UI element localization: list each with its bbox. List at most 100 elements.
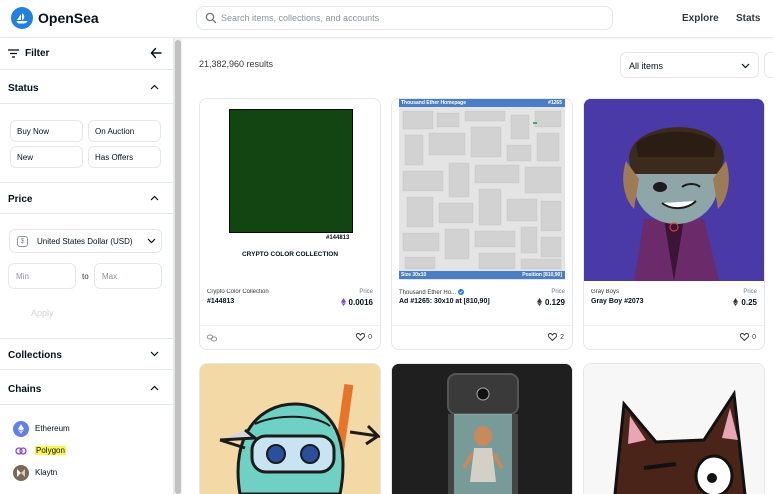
heart-icon [548,333,558,342]
nft-image[interactable]: Thousand Ether Homepage #1265 Size 30x10… [392,99,572,281]
status-on-auction[interactable]: On Auction [88,120,161,142]
chevron-up-icon [150,195,159,201]
price-section-header[interactable]: Price [0,182,174,214]
like-button[interactable]: 0 [740,333,756,342]
opensea-logo-icon[interactable] [11,7,33,29]
status-buy-now[interactable]: Buy Now [10,120,83,142]
nft-card[interactable] [199,363,381,494]
polygon-icon [13,443,29,459]
like-button[interactable]: 0 [356,333,372,342]
pixel-ad-marker [533,122,537,124]
search-input[interactable] [221,10,601,26]
collection-name-text: Thousand Ether Ho... [399,290,457,296]
filter-sidebar: Filter Status Buy Now On Auction New Has… [0,38,174,494]
nft-name[interactable]: Gray Boy #2073 [591,298,711,305]
top-nav-bar: OpenSea Explore Stats [0,0,773,38]
verified-badge-icon [457,289,464,295]
nft-name[interactable]: Ad #1265: 30x10 at [810,90] [399,298,519,305]
price-value: 0.0016 [348,298,373,307]
status-has-offers[interactable]: Has Offers [88,146,161,168]
chevron-down-icon [741,63,750,69]
polygon-eth-icon [340,298,346,306]
currency-select[interactable]: $ United States Dollar (USD) [9,229,162,253]
chain-label: Ethereum [35,424,70,433]
nft-card[interactable] [391,363,573,494]
nft-card[interactable]: Gray Boys Gray Boy #2073 Price 0.25 0 [583,98,765,350]
price-label: Price [8,194,33,205]
nft-image[interactable] [584,99,764,281]
results-count: 21,382,960 results [199,59,274,69]
chevron-down-icon [150,351,159,357]
klaytn-icon [13,465,29,481]
filter-icon [8,49,19,58]
brand-name[interactable]: OpenSea [38,10,99,26]
items-filter-select[interactable]: All items [620,52,759,78]
nft-card[interactable]: #144813 CRYPTO COLOR COLLECTION Crypto C… [199,98,381,350]
filter-header[interactable]: Filter [0,38,174,70]
collapse-arrow-icon[interactable] [150,47,162,59]
collection-name[interactable]: Crypto Color Collection [207,289,317,295]
collection-name[interactable]: Thousand Ether Ho... [399,289,509,296]
skull-diver-artwork [200,364,380,494]
nft-card[interactable] [583,363,765,494]
card-footer: 0 [200,325,380,349]
dollar-icon: $ [17,236,28,247]
eth-icon [733,298,739,306]
image-caption: CRYPTO COLOR COLLECTION [241,251,339,258]
pixel-grid-pattern [402,110,562,270]
image-top-label: Thousand Ether Homepage [401,100,467,106]
price-min-input[interactable] [8,263,76,289]
gray-boy-artwork [584,99,764,281]
like-count: 0 [368,334,372,341]
price-label: Price [551,289,565,295]
collection-name[interactable]: Gray Boys [591,289,701,295]
items-filter-value: All items [629,61,664,71]
color-swatch [229,109,353,233]
search-bar[interactable] [196,6,613,30]
apply-button[interactable]: Apply [9,302,162,324]
sort-select[interactable] [764,52,773,78]
eth-icon [536,298,542,306]
image-caption-id: #144813 [326,235,350,241]
cat-artwork [584,364,764,494]
chain-label: Klaytn [35,468,58,477]
filter-label: Filter [25,48,50,59]
nft-image[interactable]: #144813 CRYPTO COLOR COLLECTION [200,99,380,281]
status-label: Status [8,83,39,94]
image-top-right: #1265 [548,100,562,106]
nft-price: 0.129 [536,298,565,307]
ethereum-icon [13,421,29,437]
collections-section-header[interactable]: Collections [0,338,174,370]
highlighted-chain-label: Polygon [35,446,66,455]
chevron-down-icon [147,238,156,244]
chains-label: Chains [8,384,42,395]
like-count: 2 [560,334,564,341]
chain-label: Polygon [35,446,66,455]
price-value: 0.129 [544,298,565,307]
image-bottom-right: Position [810,90] [522,272,562,278]
nav-explore[interactable]: Explore [682,13,719,24]
link-icon[interactable] [207,334,217,342]
collections-label: Collections [8,350,62,361]
image-bottom-left: Size 30x10 [401,272,427,278]
chains-section-header[interactable]: Chains [0,373,174,405]
nft-price: 0.0016 [340,298,373,307]
chevron-up-icon [150,84,159,90]
price-label: Price [743,289,757,295]
capsule-artwork [392,364,572,494]
currency-value: United States Dollar (USD) [37,237,133,246]
status-new[interactable]: New [10,146,83,168]
nav-stats[interactable]: Stats [736,13,760,24]
price-max-input[interactable] [94,263,162,289]
heart-icon [356,333,366,342]
like-button[interactable]: 2 [548,333,564,342]
nft-name[interactable]: #144813 [207,298,327,305]
nft-card[interactable]: Thousand Ether Homepage #1265 Size 30x10… [391,98,573,350]
search-icon [205,12,217,24]
card-footer: 0 [584,325,764,349]
price-value: 0.25 [741,298,757,307]
sidebar-scrollbar-thumb[interactable] [175,40,181,494]
chevron-up-icon [150,385,159,391]
status-section-header[interactable]: Status [0,72,174,104]
nft-price: 0.25 [733,298,757,307]
